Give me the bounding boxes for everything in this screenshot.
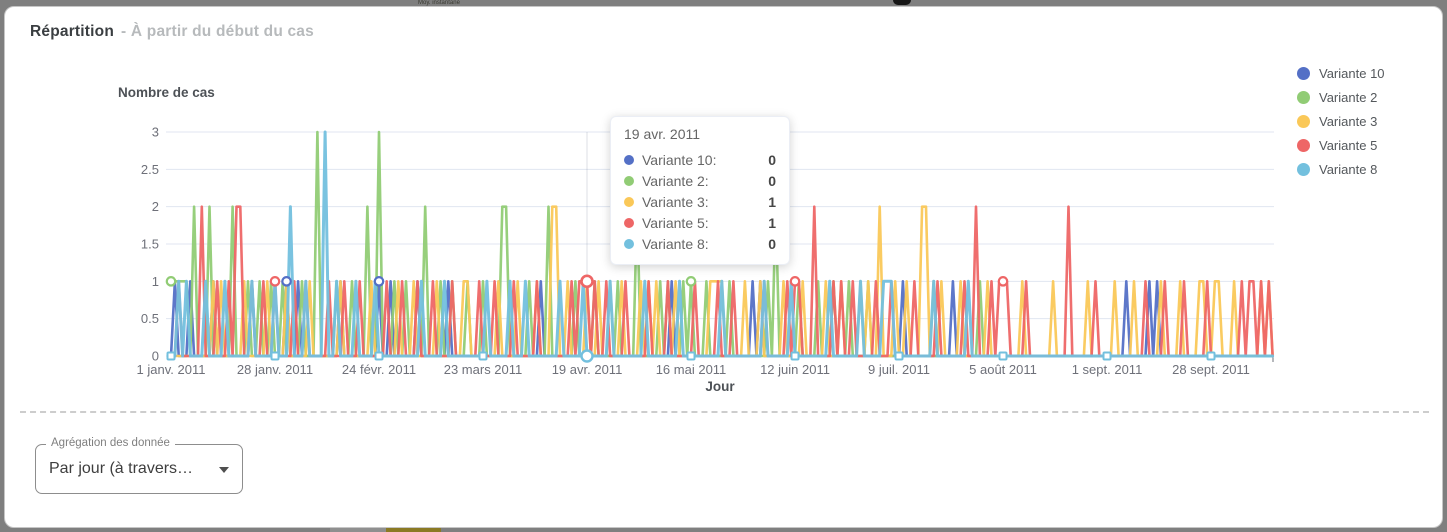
legend-item-variante-2[interactable]: Variante 2 — [1297, 90, 1385, 104]
aggregation-select-value: Par jour (à travers… — [49, 460, 193, 478]
tooltip-series-label: Variante 8: — [642, 236, 709, 252]
axis-marker — [480, 353, 487, 360]
data-point-marker — [687, 277, 695, 285]
page-subtitle: - À partir du début du cas — [121, 23, 314, 40]
tooltip-series-value: 0 — [768, 152, 776, 168]
legend-item-variante-3[interactable]: Variante 3 — [1297, 114, 1385, 128]
legend-color-dot — [1297, 67, 1310, 80]
legend-item-variante-8[interactable]: Variante 8 — [1297, 162, 1385, 176]
tooltip-series-value: 1 — [768, 215, 776, 231]
axis-marker — [168, 353, 175, 360]
card-header: Répartition - À partir du début du cas — [30, 23, 314, 41]
data-point-marker — [167, 277, 175, 285]
legend-label: Variante 2 — [1319, 90, 1377, 105]
x-axis-name: Jour — [705, 379, 735, 394]
tooltip-row: Variante 8: 0 — [624, 233, 776, 254]
chart-tooltip: 19 avr. 2011 Variante 10:0Variante 2:0Va… — [610, 116, 790, 265]
tooltip-series-value: 0 — [768, 173, 776, 189]
tooltip-row: Variante 5: 1 — [624, 212, 776, 233]
axis-marker — [896, 353, 903, 360]
tooltip-row: Variante 2: 0 — [624, 170, 776, 191]
data-point-marker — [999, 277, 1007, 285]
data-point-marker — [791, 277, 799, 285]
series-color-dot — [624, 155, 634, 165]
axis-marker — [1000, 353, 1007, 360]
chart-legend: Variante 10 Variante 2 Variante 3 Variante … — [1297, 66, 1385, 176]
x-tick-label: 28 sept. 2011 — [1172, 362, 1250, 377]
caret-down-icon[interactable] — [219, 467, 229, 473]
series-color-dot — [624, 239, 634, 249]
axis-marker — [376, 353, 383, 360]
y-tick-label: 0.5 — [141, 311, 159, 326]
axis-marker — [1208, 353, 1215, 360]
legend-color-dot — [1297, 91, 1310, 104]
y-axis-name: Nombre de cas — [118, 85, 215, 100]
tooltip-series-value: 1 — [768, 194, 776, 210]
data-point-marker — [582, 276, 593, 287]
tooltip-series-label: Variante 5: — [642, 215, 709, 231]
x-tick-label: 23 mars 2011 — [444, 362, 523, 377]
data-point-marker — [375, 277, 383, 285]
series-color-dot — [624, 218, 634, 228]
x-tick-label: 9 juil. 2011 — [868, 362, 930, 377]
x-tick-label: 1 janv. 2011 — [137, 362, 206, 377]
x-tick-label: 5 août 2011 — [969, 362, 1037, 377]
x-tick-label: 16 mai 2011 — [656, 362, 727, 377]
tooltip-series-value: 0 — [768, 236, 776, 252]
axis-marker — [792, 353, 799, 360]
x-tick-label: 19 avr. 2011 — [552, 362, 623, 377]
axis-marker — [272, 353, 279, 360]
legend-color-dot — [1297, 115, 1310, 128]
axis-marker — [1104, 353, 1111, 360]
section-divider — [20, 411, 1429, 413]
legend-label: Variante 10 — [1319, 66, 1385, 81]
legend-color-dot — [1297, 139, 1310, 152]
axis-marker-emphasis — [582, 351, 593, 362]
x-tick-label: 28 janv. 2011 — [237, 362, 313, 377]
aggregation-select[interactable]: Agrégation des donnée Par jour (à traver… — [35, 444, 243, 494]
legend-item-variante-10[interactable]: Variante 10 — [1297, 66, 1385, 80]
tooltip-date: 19 avr. 2011 — [624, 126, 776, 142]
data-point-marker — [282, 277, 290, 285]
legend-label: Variante 8 — [1319, 162, 1377, 177]
series-color-dot — [624, 197, 634, 207]
x-tick-label: 24 févr. 2011 — [342, 362, 416, 377]
y-tick-label: 1.5 — [141, 236, 159, 251]
page-title: Répartition — [30, 23, 114, 40]
axis-marker — [688, 353, 695, 360]
tooltip-row: Variante 3: 1 — [624, 191, 776, 212]
y-tick-label: 3 — [152, 124, 159, 139]
y-tick-label: 2 — [152, 199, 159, 214]
x-tick-label: 12 juin 2011 — [760, 362, 830, 377]
tooltip-row: Variante 10: 0 — [624, 149, 776, 170]
y-tick-label: 2.5 — [141, 162, 159, 177]
legend-item-variante-5[interactable]: Variante 5 — [1297, 138, 1385, 152]
legend-label: Variante 3 — [1319, 114, 1377, 129]
legend-label: Variante 5 — [1319, 138, 1377, 153]
tooltip-series-label: Variante 3: — [642, 194, 709, 210]
aggregation-select-label: Agrégation des donnée — [46, 437, 175, 449]
tooltip-series-label: Variante 10: — [642, 152, 716, 168]
tooltip-series-label: Variante 2: — [642, 173, 709, 189]
y-tick-label: 1 — [152, 274, 159, 289]
x-tick-label: 1 sept. 2011 — [1072, 362, 1143, 377]
data-point-marker — [271, 277, 279, 285]
legend-color-dot — [1297, 163, 1310, 176]
series-color-dot — [624, 176, 634, 186]
